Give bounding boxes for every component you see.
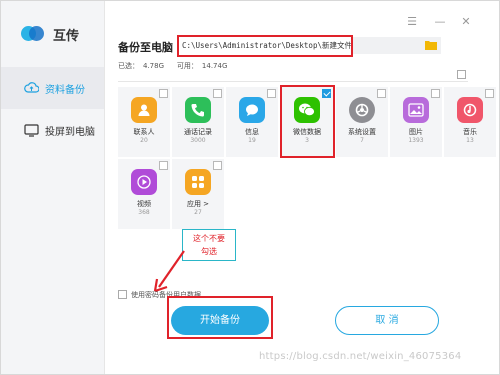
tile-count: 27 xyxy=(194,209,202,216)
tile-gallery[interactable]: 图片 1393 xyxy=(390,87,442,157)
monitor-icon xyxy=(23,123,39,137)
tile-checkbox[interactable] xyxy=(485,89,494,98)
tile-checkbox[interactable] xyxy=(159,161,168,170)
tile-label: 系统设置 xyxy=(348,128,376,136)
tile-label: 微信数据 xyxy=(293,128,321,136)
app-name: 互传 xyxy=(53,28,80,44)
tile-checkbox[interactable] xyxy=(267,89,276,98)
sidebar-item-label: 投屏到电脑 xyxy=(45,126,95,138)
tile-checkbox[interactable] xyxy=(159,89,168,98)
tile-apps[interactable]: 应用 > 27 xyxy=(172,159,224,229)
backup-path-field[interactable]: C:\Users\Administrator\Desktop\新建文件夹 (2)… xyxy=(177,35,353,57)
tile-label: 信息 xyxy=(245,128,259,136)
available-size-label: 可用： xyxy=(176,62,198,70)
apps-icon xyxy=(185,169,211,195)
tile-count: 7 xyxy=(360,137,364,144)
tile-count: 19 xyxy=(248,137,256,144)
settings-icon xyxy=(349,97,375,123)
tile-label: 视频 xyxy=(137,200,151,208)
tile-label: 音乐 xyxy=(463,128,477,136)
encrypt-backup-checkbox[interactable] xyxy=(118,290,127,299)
tile-checkbox[interactable] xyxy=(431,89,440,98)
tile-count: 20 xyxy=(140,137,148,144)
app-logo: 互传 xyxy=(21,21,79,47)
tile-checkbox-checked[interactable] xyxy=(322,89,331,98)
wechat-icon xyxy=(294,97,320,123)
sidebar-item-label: 资料备份 xyxy=(45,84,85,96)
menu-icon[interactable]: ☰ xyxy=(405,15,419,28)
sidebar: 互传 资料备份 投屏到电脑 xyxy=(1,1,105,374)
tile-count: 3 xyxy=(305,137,309,144)
start-backup-button[interactable]: 开始备份 xyxy=(171,306,269,335)
tile-call-log[interactable]: 通话记录 3000 xyxy=(172,87,224,157)
select-all-checkbox[interactable] xyxy=(457,70,466,79)
selected-size-label: 已选： xyxy=(118,62,139,70)
tile-checkbox[interactable] xyxy=(377,89,386,98)
tile-messages[interactable]: 信息 19 xyxy=(226,87,278,157)
selected-size-value: 4.78G xyxy=(143,62,165,70)
tile-label: 通话记录 xyxy=(184,128,212,136)
tile-music[interactable]: 音乐 13 xyxy=(444,87,496,157)
tile-checkbox[interactable] xyxy=(213,89,222,98)
tile-count: 13 xyxy=(466,137,474,144)
cloud-icon xyxy=(23,81,39,95)
tile-video[interactable]: 视频 368 xyxy=(118,159,170,229)
tile-wechat[interactable]: 微信数据 3 xyxy=(281,87,333,157)
tile-count: 1393 xyxy=(408,137,424,144)
divider xyxy=(118,81,468,82)
tile-label: 图片 xyxy=(409,128,423,136)
app-window: 互传 资料备份 投屏到电脑 ☰ — ✕ 备份至电脑 C:\Users\Admin… xyxy=(0,0,500,375)
sidebar-item-screencast[interactable]: 投屏到电脑 xyxy=(1,109,104,151)
tile-checkbox[interactable] xyxy=(213,161,222,170)
message-icon xyxy=(239,97,265,123)
tile-system-settings[interactable]: 系统设置 7 xyxy=(336,87,388,157)
minimize-icon[interactable]: — xyxy=(433,15,447,28)
tile-count: 3000 xyxy=(190,137,206,144)
contacts-icon xyxy=(131,97,157,123)
tile-label: 联系人 xyxy=(133,128,155,136)
video-icon xyxy=(131,169,157,195)
tile-label: 应用 > xyxy=(186,200,210,208)
tile-count: 368 xyxy=(138,209,150,216)
phone-icon xyxy=(185,97,211,123)
close-icon[interactable]: ✕ xyxy=(459,15,473,28)
storage-stats: 已选： 4.78G 可用： 14.74G xyxy=(118,61,231,71)
tile-contacts[interactable]: 联系人 20 xyxy=(118,87,170,157)
available-size-value: 14.74G xyxy=(201,62,228,70)
watermark: https://blog.csdn.net/weixin_46075364 xyxy=(259,351,462,362)
logo-icon xyxy=(21,23,45,45)
folder-icon[interactable] xyxy=(425,40,437,50)
sidebar-item-backup[interactable]: 资料备份 xyxy=(1,67,104,109)
page-title: 备份至电脑 xyxy=(118,41,173,54)
cancel-button[interactable]: 取 消 xyxy=(335,306,439,335)
gallery-icon xyxy=(403,97,429,123)
annotation-arrow-icon xyxy=(153,250,185,293)
annotation-line-1: 这个不要 xyxy=(193,234,225,243)
music-icon xyxy=(457,97,483,123)
